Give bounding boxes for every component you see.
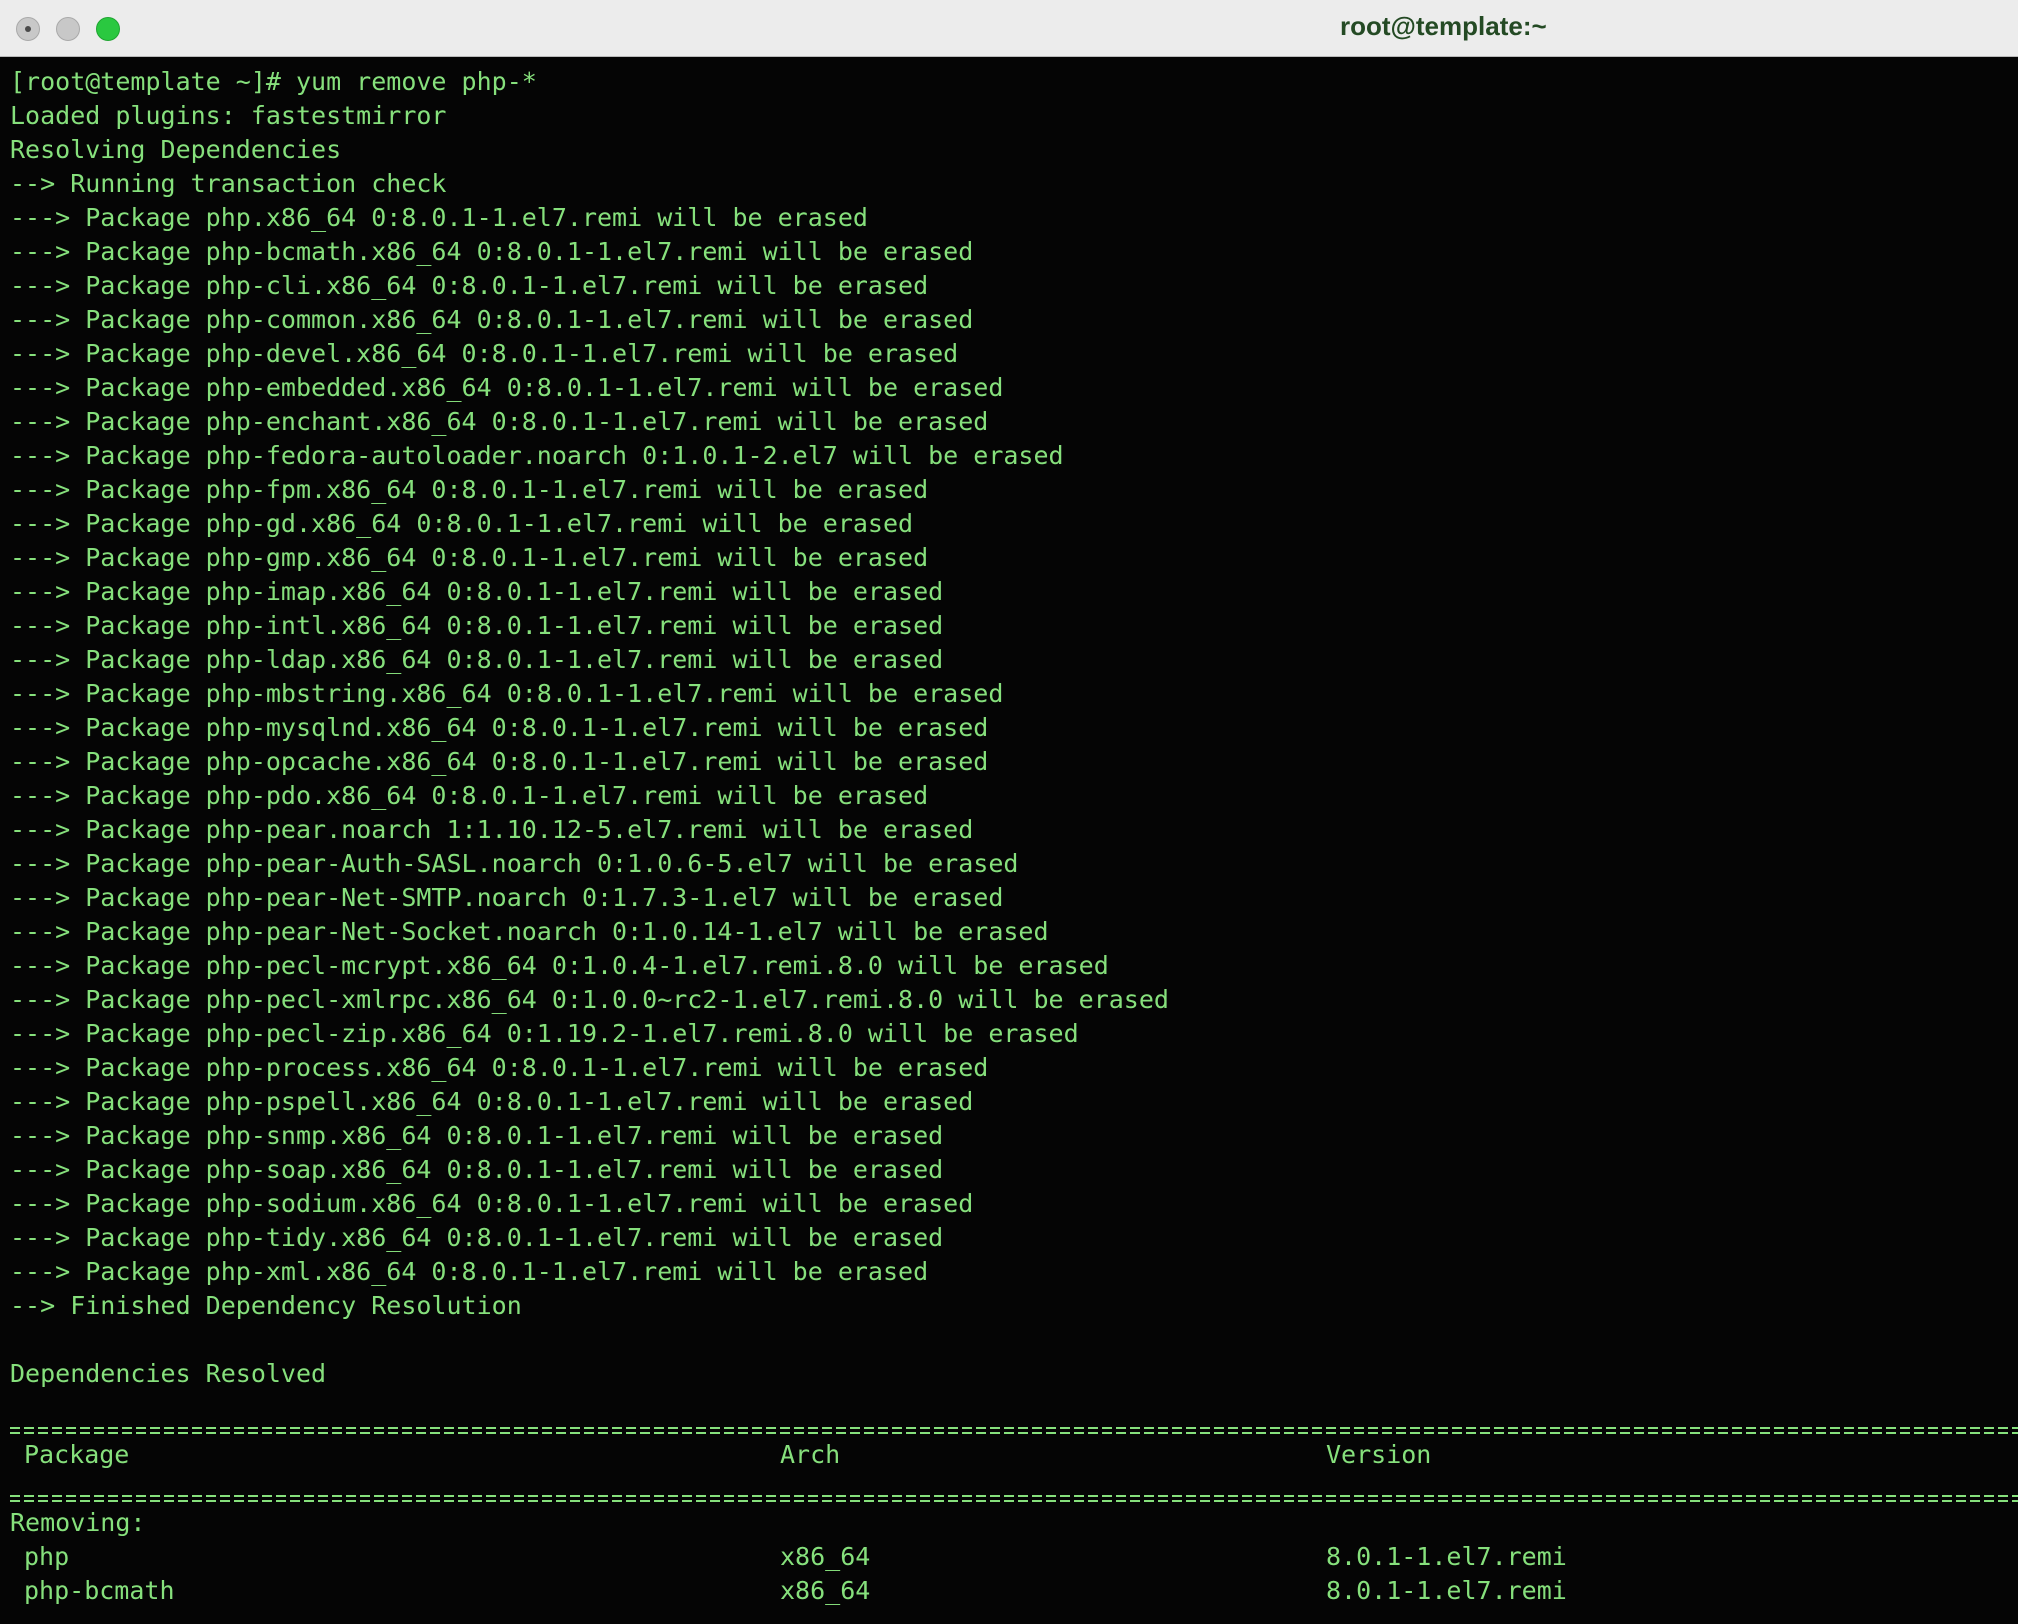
terminal-line: ---> Package php-sodium.x86_64 0:8.0.1-1… [10,1189,974,1218]
table-row-package: php-bcmath [24,1576,175,1605]
terminal-line: --> Finished Dependency Resolution [10,1291,522,1320]
terminal-line: ---> Package php-gmp.x86_64 0:8.0.1-1.el… [10,543,929,572]
terminal-line: ---> Package php-pdo.x86_64 0:8.0.1-1.el… [10,781,929,810]
terminal-line: Resolving Dependencies [10,135,342,164]
window-title: root@template:~ [1340,11,1547,41]
output-lines: [root@template ~]# yum remove php-* Loade… [10,65,2010,1391]
terminal-line: ---> Package php-devel.x86_64 0:8.0.1-1.… [10,339,959,368]
table-header-version: Version [1326,1440,1432,1469]
zoom-button[interactable] [96,17,120,41]
terminal-line: ---> Package php-pear.noarch 1:1.10.12-5… [10,815,974,844]
terminal-line: ---> Package php-mbstring.x86_64 0:8.0.1… [10,679,1004,708]
terminal-output[interactable]: [root@template ~]# yum remove php-* Loade… [0,57,2018,1624]
table-header-package: Package [24,1440,130,1469]
terminal-window: root@template:~ [root@template ~]# yum r… [0,0,2018,1624]
terminal-line: Loaded plugins: fastestmirror [10,101,447,130]
title-bar[interactable]: root@template:~ [0,0,2018,57]
terminal-line: ---> Package php-cli.x86_64 0:8.0.1-1.el… [10,271,929,300]
terminal-line: ---> Package php-tidy.x86_64 0:8.0.1-1.e… [10,1223,944,1252]
terminal-line: ---> Package php-xml.x86_64 0:8.0.1-1.el… [10,1257,929,1286]
terminal-line: --> Running transaction check [10,169,447,198]
terminal-line: ---> Package php-pecl-mcrypt.x86_64 0:1.… [10,951,1109,980]
terminal-line: ---> Package php-pear-Net-Socket.noarch … [10,917,1049,946]
terminal-line: Dependencies Resolved [10,1359,327,1388]
terminal-line: ---> Package php-fpm.x86_64 0:8.0.1-1.el… [10,475,929,504]
table-separator-bottom [10,1493,2018,1505]
terminal-line: ---> Package php-snmp.x86_64 0:8.0.1-1.e… [10,1121,944,1150]
terminal-line: ---> Package php-ldap.x86_64 0:8.0.1-1.e… [10,645,944,674]
terminal-line: ---> Package php-pear-Net-SMTP.noarch 0:… [10,883,1004,912]
terminal-line: ---> Package php-pecl-zip.x86_64 0:1.19.… [10,1019,1079,1048]
terminal-line: ---> Package php-opcache.x86_64 0:8.0.1-… [10,747,989,776]
terminal-line: ---> Package php-pear-Auth-SASL.noarch 0… [10,849,1019,878]
table-header-arch: Arch [780,1440,841,1469]
table-row-version: 8.0.1-1.el7.remi [1326,1576,1567,1605]
table-row-version: 8.0.1-1.el7.remi [1326,1542,1567,1571]
terminal-line: ---> Package php-mysqlnd.x86_64 0:8.0.1-… [10,713,989,742]
table-separator-top [10,1425,2018,1437]
terminal-line: ---> Package php-fedora-autoloader.noarc… [10,441,1064,470]
terminal-line: ---> Package php-pspell.x86_64 0:8.0.1-1… [10,1087,974,1116]
terminal-line: ---> Package php-soap.x86_64 0:8.0.1-1.e… [10,1155,944,1184]
terminal-line: ---> Package php-embedded.x86_64 0:8.0.1… [10,373,1004,402]
terminal-line: ---> Package php-common.x86_64 0:8.0.1-1… [10,305,974,334]
table-row-package: php [24,1542,70,1571]
table-row-arch: x86_64 [780,1542,871,1571]
terminal-line: ---> Package php-intl.x86_64 0:8.0.1-1.e… [10,611,944,640]
terminal-line: ---> Package php-process.x86_64 0:8.0.1-… [10,1053,989,1082]
terminal-line: ---> Package php-enchant.x86_64 0:8.0.1-… [10,407,989,436]
minimize-button[interactable] [56,17,80,41]
terminal-line: ---> Package php-bcmath.x86_64 0:8.0.1-1… [10,237,974,266]
table-section-label: Removing: [10,1508,146,1537]
terminal-line: ---> Package php-gd.x86_64 0:8.0.1-1.el7… [10,509,914,538]
table-row-arch: x86_64 [780,1576,871,1605]
terminal-line: ---> Package php.x86_64 0:8.0.1-1.el7.re… [10,203,868,232]
terminal-line: ---> Package php-pecl-xmlrpc.x86_64 0:1.… [10,985,1169,1014]
terminal-line: [root@template ~]# yum remove php-* [10,67,537,96]
terminal-line: ---> Package php-imap.x86_64 0:8.0.1-1.e… [10,577,944,606]
close-button[interactable] [16,17,40,41]
